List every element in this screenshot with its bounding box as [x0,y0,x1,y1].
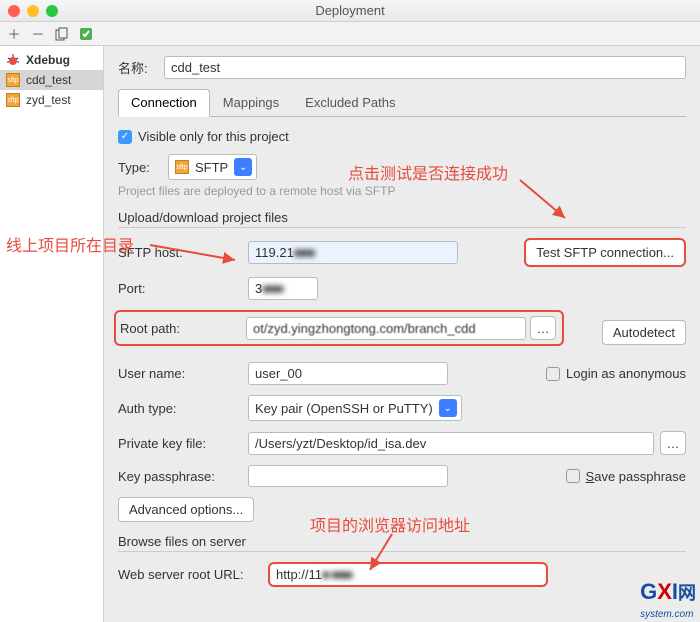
private-key-input[interactable]: /Users/yzt/Desktop/id_isa.dev [248,432,654,455]
bug-icon [6,53,20,67]
root-path-label: Root path: [120,321,246,336]
add-button[interactable]: ＋ [6,26,22,42]
visible-only-label: Visible only for this project [138,129,289,144]
passphrase-label: Key passphrase: [118,469,248,484]
sidebar-item-zyd-test[interactable]: sftp zyd_test [0,90,103,110]
private-key-label: Private key file: [118,436,248,451]
maximize-window-button[interactable] [46,5,58,17]
private-key-browse-button[interactable]: … [660,431,686,455]
autodetect-button[interactable]: Autodetect [602,320,686,345]
tab-excluded-paths[interactable]: Excluded Paths [292,89,408,116]
section-browse: Browse files on server [118,534,686,552]
server-icon: sftp [175,160,189,174]
sidebar-item-cdd-test[interactable]: sftp cdd_test [0,70,103,90]
server-list: Xdebug sftp cdd_test sftp zyd_test [0,46,104,622]
remove-button[interactable]: － [30,26,46,42]
auth-type-label: Auth type: [118,401,248,416]
root-path-browse-button[interactable]: … [530,316,556,340]
copy-button[interactable] [54,26,70,42]
anonymous-checkbox[interactable] [546,367,560,381]
section-upload: Upload/download project files [118,210,686,228]
auth-type-select[interactable]: Key pair (OpenSSH or PuTTY) ⌄ [248,395,462,421]
root-path-input[interactable]: ot/zyd.yingzhongtong.com/branch_cdd [246,317,526,340]
sidebar-item-label: zyd_test [26,93,71,107]
save-passphrase-checkbox[interactable] [566,469,580,483]
sidebar-item-xdebug[interactable]: Xdebug [0,50,103,70]
type-select[interactable]: sftp SFTP ⌄ [168,154,257,180]
host-label: SFTP host: [118,245,248,260]
name-label: 名称: [118,58,164,77]
passphrase-input[interactable] [248,465,448,487]
port-input[interactable]: 3■■■ [248,277,318,300]
minimize-window-button[interactable] [27,5,39,17]
tab-mappings[interactable]: Mappings [210,89,292,116]
chevron-down-icon: ⌄ [439,399,457,417]
save-passphrase-label: SSave passphraseave passphrase [586,469,686,484]
sftp-host-input[interactable]: 119.21■■■ [248,241,458,264]
chevron-down-icon: ⌄ [234,158,252,176]
username-input[interactable]: user_00 [248,362,448,385]
close-window-button[interactable] [8,5,20,17]
username-label: User name: [118,366,248,381]
window-title: Deployment [315,3,384,18]
web-root-input[interactable]: http://11■ ■■■ [268,562,548,587]
validate-button[interactable] [78,26,94,42]
titlebar: Deployment [0,0,700,22]
watermark: GXI网 system.com [640,579,696,620]
sidebar-item-label: Xdebug [26,53,70,67]
server-icon: sftp [6,73,20,87]
web-root-label: Web server root URL: [118,567,268,582]
server-icon: sftp [6,93,20,107]
name-input[interactable]: cdd_test [164,56,686,79]
advanced-options-button[interactable]: Advanced options... [118,497,254,522]
type-label: Type: [118,160,168,175]
tab-connection[interactable]: Connection [118,89,210,117]
test-connection-button[interactable]: Test SFTP connection... [524,238,686,267]
anonymous-label: Login as anonymous [566,366,686,381]
toolbar: ＋ － [0,22,700,46]
sidebar-item-label: cdd_test [26,73,71,87]
visible-only-checkbox[interactable]: ✓ [118,130,132,144]
tabs: Connection Mappings Excluded Paths [118,89,686,117]
port-label: Port: [118,281,248,296]
type-hint: Project files are deployed to a remote h… [118,184,686,198]
